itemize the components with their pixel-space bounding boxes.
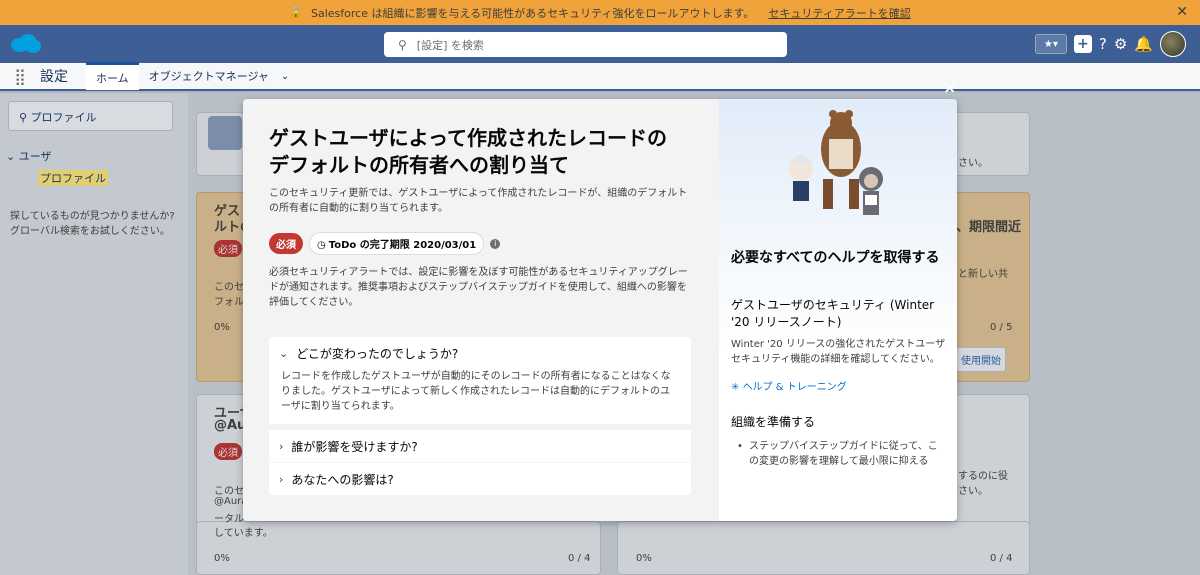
tab-home-label: ホーム [96,71,129,85]
accordion-title: あなたへの影響は? [291,472,394,487]
bg-text: するのに役 [958,471,1008,482]
bg-text: 0 / 4 [990,553,1013,564]
search-icon: ⚲ [19,111,31,124]
modal-description: このセキュリティ更新では、ゲストユーザによって作成されたレコードが、組織のデフォ… [269,188,688,214]
quick-find-input[interactable]: ⚲ プロファイル [8,101,173,131]
security-card-bottom-right [617,521,1030,575]
modal-close-icon[interactable]: × [943,78,956,97]
sidebar-help-text: 探しているものが見つかりませんか? グローバル検索をお試しください。 [10,209,175,239]
tab-object-manager-label: オブジェクトマネージャ [148,70,269,83]
salesforce-logo[interactable] [10,33,42,55]
modal-help-panel: 必要なすべてのヘルプを取得する ゲストユーザのセキュリティ (Winter '2… [719,99,957,521]
accordion-section-who-affected: › 誰が影響を受けますか? [269,430,691,462]
add-icon[interactable]: + [1073,35,1092,53]
accordion-title: どこが変わったのでしょうか? [296,346,459,361]
modal-title: ゲストユーザによって作成されたレコードの デフォルトの所有者への割り当て [269,125,693,179]
clock-icon: ◷ [317,240,326,251]
bg-text: 0 / 4 [568,553,591,564]
tree-item-profiles[interactable]: プロファイル [38,170,108,186]
global-header: ⚲ [設定] を検索 ★▾ + ? ⚙ 🔔 [0,25,1200,63]
app-name: 設定 [40,69,68,85]
bg-text: 0% [214,553,230,564]
setup-tree: ⌄ ユーザ プロファイル [6,148,108,186]
trailhead-characters-illustration [789,110,883,215]
info-icon[interactable]: i [490,238,501,249]
security-alert-modal: ゲストユーザによって作成されたレコードの デフォルトの所有者への割り当て このセ… [243,99,957,521]
bg-text: 、期限間近 [956,220,1022,235]
modal-title-line-1: ゲストユーザによって作成されたレコードの [269,126,667,150]
setup-home-icon [208,116,242,150]
prepare-org-list-item: ステップバイステップガイドに従って、この変更の影響を理解して最小限に抑える [737,439,944,469]
modal-body-text: 必須セキュリティアラートでは、設定に影響を及ぼす可能性があるセキュリティアップグ… [269,267,688,308]
app-launcher-icon[interactable]: ⣿ [0,67,40,86]
bg-text: 必須 [214,240,242,257]
search-icon: ⚲ [398,37,407,52]
help-icon[interactable]: ? [1099,35,1107,53]
help-line-2: グローバル検索をお試しください。 [10,226,170,237]
accordion-header-impact[interactable]: › あなたへの影響は? [269,463,691,495]
accordion-header-what-changed[interactable]: ⌄ どこが変わったのでしょうか? [269,337,691,369]
chevron-down-icon: ⌄ [279,346,289,360]
get-started-button[interactable]: 使用開始 [956,347,1006,372]
chevron-right-icon: › [279,439,284,453]
bg-text: 0% [214,322,230,333]
tree-item-users[interactable]: ユーザ [19,150,52,163]
due-date-label: ToDo の完了期限 2020/03/01 [328,240,477,251]
release-notes-text: Winter '20 リリースの強化されたゲストユーザセキュリティ機能の詳細を確… [731,339,946,365]
required-badge: 必須 [269,233,303,254]
setup-sidebar: ⚲ プロファイル ⌄ ユーザ プロファイル 探しているものが見つかりませんか? … [0,93,188,575]
gear-icon[interactable]: ⚙ [1114,35,1127,53]
bg-text: 0% [636,553,652,564]
help-line-1: 探しているものが見つかりませんか? [10,211,175,222]
bg-text: しています。 [214,528,273,539]
avatar[interactable] [1160,31,1186,57]
bg-text: と新しい共 [958,269,1008,280]
accordion-section-impact: › あなたへの影響は? [269,463,691,495]
bg-text: ータル [214,514,244,525]
help-training-icon: ✳ [731,382,743,393]
bg-text: このセ [214,486,244,497]
tab-object-manager[interactable]: オブジェクトマネージャ ⌄ [139,62,300,90]
quick-find-value: プロファイル [30,111,97,124]
tab-home[interactable]: ホーム [86,62,139,90]
chevron-down-icon[interactable]: ⌄ [281,71,289,82]
help-training-label: ヘルプ & トレーニング [742,382,847,393]
banner-close-icon[interactable]: ✕ [1176,4,1188,20]
help-heading: 必要なすべてのヘルプを取得する [731,250,940,266]
modal-badges: 必須 ◷ ToDo の完了期限 2020/03/01 i [269,232,693,255]
search-placeholder: [設定] を検索 [416,38,484,52]
modal-main-panel: ゲストユーザによって作成されたレコードの デフォルトの所有者への割り当て このセ… [243,99,719,521]
bg-text: このセ [214,282,244,293]
bg-text: 0 / 5 [990,322,1013,333]
app-nav-bar: ⣿ 設定 ホーム オブジェクトマネージャ ⌄ [0,62,1200,91]
bg-text: さい。 [958,158,988,169]
review-security-alerts-link[interactable]: セキュリティアラートを確認 [768,5,910,21]
lock-icon: 🔒 [289,6,303,19]
prepare-org-heading: 組織を準備する [731,415,816,429]
accordion-title: 誰が影響を受けますか? [291,439,418,454]
chevron-down-icon[interactable]: ⌄ [6,150,15,163]
modal-title-line-2: デフォルトの所有者への割り当て [269,153,569,177]
banner-message: Salesforce は組織に影響を与える可能性があるセキュリティ強化をロールア… [310,6,755,20]
bg-text: さい。 [958,486,988,497]
help-training-link[interactable]: ✳ ヘルプ & トレーニング [731,378,847,393]
accordion-body: レコードを作成したゲストユーザが自動的にそのレコードの所有者になることはなくなり… [281,371,671,412]
security-banner: 🔒 Salesforce は組織に影響を与える可能性があるセキュリティ強化をロー… [0,0,1200,25]
accordion-header-who-affected[interactable]: › 誰が影響を受けますか? [269,430,691,462]
bg-text: フォル [214,297,244,308]
bg-text: 必須 [214,443,242,460]
bell-icon[interactable]: 🔔 [1134,35,1153,53]
chevron-right-icon: › [279,472,284,486]
release-notes-heading: ゲストユーザのセキュリティ (Winter '20 リリースノート) [731,298,935,329]
accordion-section-what-changed: ⌄ どこが変わったのでしょうか? レコードを作成したゲストユーザが自動的にそのレ… [269,337,691,424]
global-search-input[interactable]: ⚲ [設定] を検索 [384,32,787,57]
due-date-badge: ◷ ToDo の完了期限 2020/03/01 [309,232,485,255]
favorites-icon[interactable]: ★▾ [1034,34,1067,54]
